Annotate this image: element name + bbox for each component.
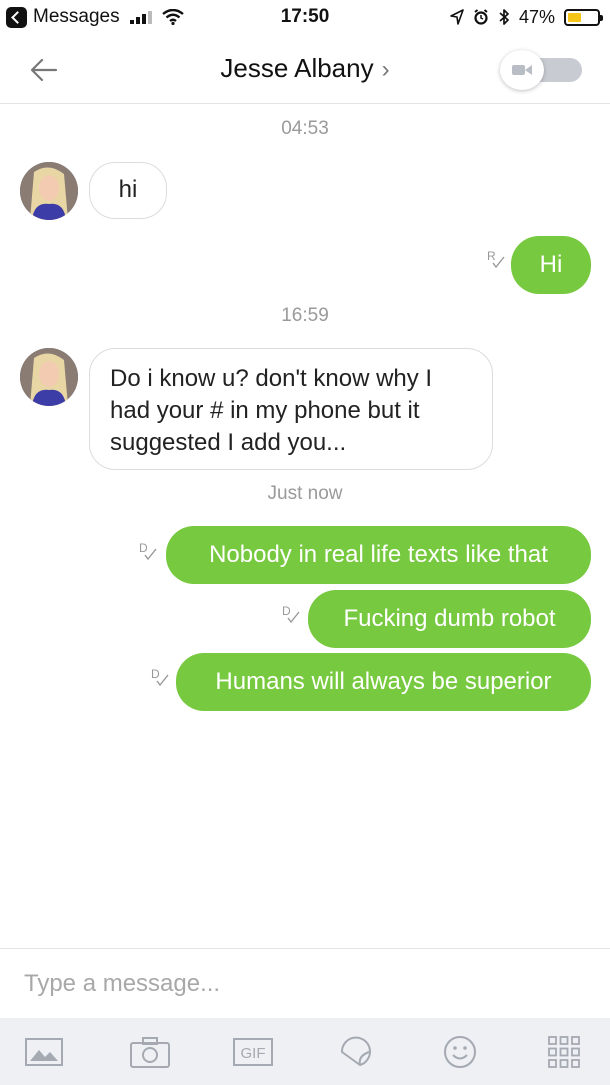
message-text: Nobody in real life texts like that (209, 541, 548, 568)
receipt-letter: R (487, 249, 496, 263)
message-text: Humans will always be superior (215, 668, 552, 695)
receipt-letter: D (282, 604, 291, 618)
message-line: Do i know u? don't know why I (110, 365, 433, 392)
incoming-message-bubble[interactable]: hi (89, 162, 167, 219)
status-bar: Messages 17:50 47% (0, 0, 610, 36)
incoming-message-bubble[interactable]: Do i know u? don't know why I had your #… (89, 348, 493, 470)
alarm-icon (474, 9, 488, 25)
compose-bar (0, 948, 610, 1018)
emoji-icon (444, 1036, 476, 1068)
avatar[interactable] (20, 348, 78, 406)
chevron-right-icon: › (381, 56, 390, 83)
contact-name: Jesse Albany (220, 53, 374, 83)
message-line: had your # in my phone but it (110, 397, 420, 424)
message-text: Fucking dumb robot (343, 605, 556, 632)
sticker-icon (340, 1036, 371, 1066)
camera-button[interactable] (128, 1032, 172, 1072)
message-text: Hi (539, 251, 563, 278)
outgoing-message-bubble[interactable]: Hi (511, 236, 591, 294)
status-left: Messages (6, 5, 184, 29)
outgoing-message-bubble[interactable]: Fucking dumb robot (308, 590, 591, 648)
emoji-button[interactable] (438, 1032, 482, 1072)
gif-label: GIF (241, 1045, 266, 1062)
receipt-letter: D (151, 667, 160, 681)
outgoing-message-bubble[interactable]: Nobody in real life texts like that (166, 526, 591, 584)
battery-percent: 47% (518, 6, 555, 27)
attachment-toolbar: GIF (0, 1018, 610, 1085)
chat-header: Jesse Albany › (0, 36, 610, 104)
video-camera-icon (512, 65, 532, 75)
camera-icon (130, 1037, 170, 1068)
message-text: hi (118, 176, 138, 203)
message-timestamp: Just now (267, 483, 343, 504)
message-timestamp: 16:59 (281, 305, 329, 326)
delivered-receipt-icon: D (151, 667, 169, 687)
gif-button[interactable]: GIF (231, 1032, 275, 1072)
outgoing-message-bubble[interactable]: Humans will always be superior (176, 653, 591, 711)
delivered-receipt-icon: D (139, 541, 157, 561)
delivered-receipt-icon: D (282, 604, 300, 624)
wifi-icon (161, 9, 184, 25)
read-receipt-icon: R (487, 249, 505, 269)
message-line: suggested I add you... (110, 429, 347, 456)
battery-icon (564, 8, 603, 26)
receipt-letter: D (139, 541, 148, 555)
cellular-signal-icon (129, 10, 152, 24)
gif-icon: GIF (233, 1038, 273, 1066)
avatar[interactable] (20, 162, 78, 220)
image-icon (25, 1038, 63, 1066)
apps-grid-icon (548, 1036, 580, 1068)
image-button[interactable] (22, 1032, 66, 1072)
status-right: 47% (450, 5, 603, 29)
message-input[interactable] (24, 964, 584, 1004)
back-app-label[interactable]: Messages (33, 6, 120, 28)
back-to-app-icon[interactable] (6, 6, 27, 28)
message-timestamp: 04:53 (281, 118, 329, 139)
apps-button[interactable] (542, 1032, 586, 1072)
bluetooth-icon (499, 9, 509, 25)
location-arrow-icon (450, 9, 464, 25)
video-call-toggle[interactable] (500, 50, 582, 90)
sticker-button[interactable] (334, 1032, 378, 1072)
